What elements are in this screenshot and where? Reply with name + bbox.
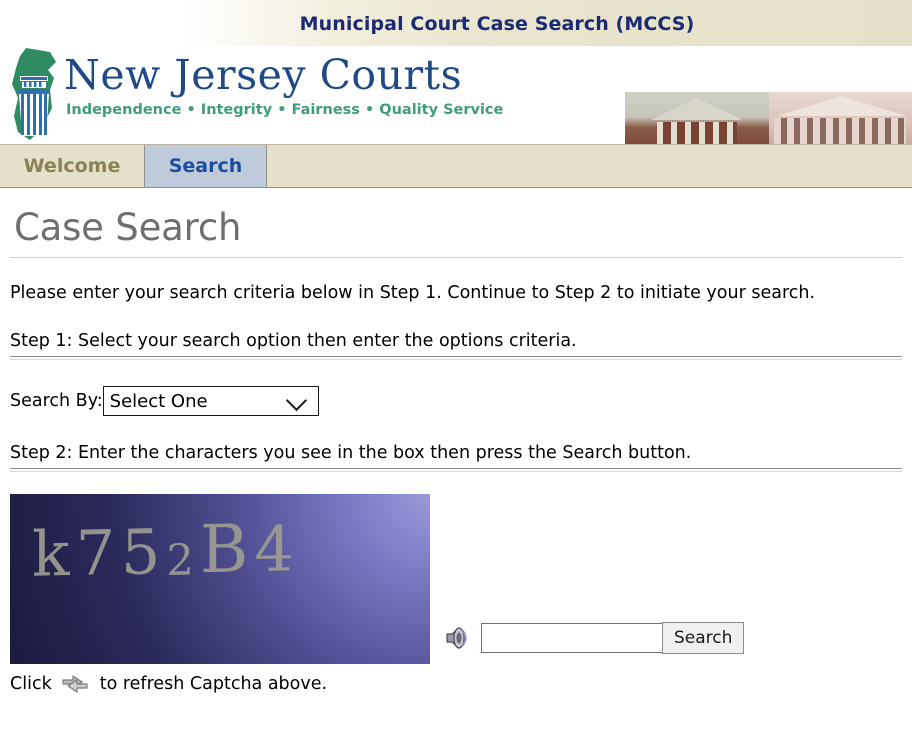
captcha-image: k752B4 xyxy=(10,494,430,664)
brand-text-group: New Jersey Courts Independence • Integri… xyxy=(64,46,503,119)
tab-bar-filler xyxy=(267,145,912,187)
page-title: Case Search xyxy=(14,206,242,249)
nj-state-column-logo-icon xyxy=(6,46,62,142)
brand-name: New Jersey Courts xyxy=(64,51,463,99)
app-title: Municipal Court Case Search (MCCS) xyxy=(299,13,695,35)
courthouse-photo-left xyxy=(625,92,769,144)
refresh-captcha-icon[interactable] xyxy=(60,671,90,697)
search-by-selected-value: Select One xyxy=(109,390,208,412)
search-by-label: Search By: xyxy=(10,391,103,411)
courthouse-photo-right xyxy=(768,92,912,144)
tab-welcome[interactable]: Welcome xyxy=(0,145,145,187)
tab-search[interactable]: Search xyxy=(145,145,267,187)
site-banner: New Jersey Courts Independence • Integri… xyxy=(0,46,912,144)
mccs-case-search-page: Municipal Court Case Search (MCCS) New J… xyxy=(0,0,912,732)
speaker-icon[interactable] xyxy=(443,623,473,653)
refresh-prefix-label: Click xyxy=(10,674,52,694)
step2-label: Step 2: Enter the characters you see in … xyxy=(10,443,692,463)
step1-label: Step 1: Select your search option then e… xyxy=(10,331,577,351)
step2-divider xyxy=(10,468,902,472)
app-title-bar: Municipal Court Case Search (MCCS) xyxy=(0,0,912,46)
search-button[interactable]: Search xyxy=(662,622,745,654)
refresh-captcha-row: Click to refresh Captcha above. xyxy=(10,671,902,697)
step1-divider xyxy=(10,356,902,360)
intro-text: Please enter your search criteria below … xyxy=(10,283,816,303)
brand-logo-group[interactable]: New Jersey Courts Independence • Integri… xyxy=(6,46,503,142)
search-by-select[interactable]: Select One xyxy=(102,386,319,416)
page-title-divider xyxy=(10,257,902,258)
brand-tagline: Independence • Integrity • Fairness • Qu… xyxy=(66,102,504,118)
refresh-suffix-label: to refresh Captcha above. xyxy=(99,674,328,694)
search-by-row: Search By: Select One xyxy=(10,386,902,416)
captcha-input[interactable] xyxy=(481,623,663,653)
captcha-challenge-text: k752B4 xyxy=(32,510,300,591)
captcha-area: k752B4 Search xyxy=(10,494,902,669)
chevron-down-icon xyxy=(285,389,307,412)
courthouse-photos xyxy=(625,92,912,144)
main-tab-bar: Welcome Search xyxy=(0,144,912,188)
main-content: Case Search Please enter your search cri… xyxy=(0,206,912,697)
captcha-controls: Search xyxy=(443,622,745,654)
